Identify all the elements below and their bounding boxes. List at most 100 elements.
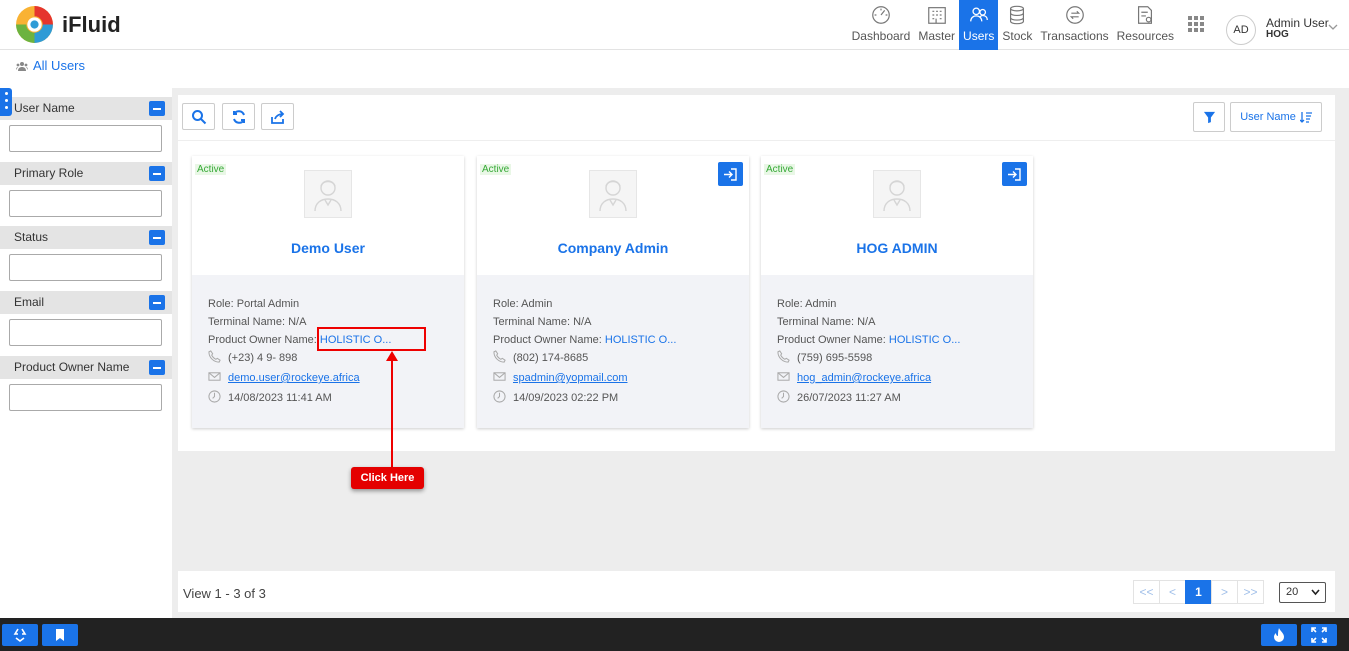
fullscreen-button[interactable] — [1301, 624, 1337, 646]
fire-button[interactable] — [1261, 624, 1297, 646]
chevron-down-icon[interactable] — [1328, 24, 1338, 31]
filter-email-label: Email — [14, 295, 45, 309]
user-email[interactable]: hog_admin@rockeye.africa — [777, 370, 931, 384]
user-phone-value: (802) 174-8685 — [513, 352, 589, 364]
brand-name: iFluid — [62, 12, 121, 37]
users-icon — [969, 7, 988, 22]
filter-status-label: Status — [14, 230, 49, 244]
export-button[interactable] — [261, 103, 294, 130]
nav-master-label: Master — [918, 29, 956, 43]
search-button[interactable] — [182, 103, 215, 130]
user-card-name[interactable]: HOG ADMIN — [761, 240, 1033, 256]
nav-transactions[interactable]: Transactions — [1036, 0, 1112, 50]
user-card-name[interactable]: Demo User — [192, 240, 464, 256]
user-role: Role: Admin — [777, 298, 837, 310]
sign-in-icon — [1008, 167, 1021, 181]
user-email-value[interactable]: spadmin@yopmail.com — [513, 372, 628, 384]
user-phone-value: (+23) 4 9- 898 — [228, 352, 298, 364]
record-count: View 1 - 3 of 3 — [183, 586, 266, 601]
prev-page-button[interactable]: < — [1159, 580, 1186, 604]
users-group-icon — [16, 61, 28, 71]
login-as-user-button[interactable] — [718, 162, 743, 186]
phone-icon — [208, 350, 221, 363]
nav-stock[interactable]: Stock — [998, 0, 1036, 50]
breadcrumb[interactable]: All Users — [16, 58, 85, 73]
sign-in-icon — [724, 167, 737, 181]
user-date-value: 14/08/2023 11:41 AM — [228, 392, 332, 404]
user-card[interactable]: Active Company Admin Role: Admin Termina… — [477, 156, 749, 428]
collapse-minus-icon[interactable] — [149, 166, 165, 181]
nav-dashboard[interactable]: Dashboard — [848, 0, 915, 50]
filter-email-input[interactable] — [9, 319, 162, 346]
user-email-value[interactable]: hog_admin@rockeye.africa — [797, 372, 931, 384]
user-email[interactable]: spadmin@yopmail.com — [493, 370, 628, 384]
envelope-icon — [208, 372, 221, 381]
sort-by-button[interactable]: User Name — [1230, 102, 1322, 132]
user-avatar-placeholder — [873, 170, 921, 218]
user-card[interactable]: Active HOG ADMIN Role: Admin Terminal Na… — [761, 156, 1033, 428]
page-size-value: 20 — [1286, 586, 1299, 598]
nav-users[interactable]: Users — [959, 0, 999, 50]
recycle-icon — [13, 628, 27, 642]
collapse-minus-icon[interactable] — [149, 360, 165, 375]
product-owner-link[interactable]: HOLISTIC O... — [605, 334, 677, 346]
recycle-button[interactable] — [2, 624, 38, 646]
refresh-button[interactable] — [222, 103, 255, 130]
sidebar-toggle-dots-icon[interactable] — [0, 88, 12, 116]
user-date-value: 14/09/2023 02:22 PM — [513, 392, 619, 404]
main-nav: Dashboard Master Users Stock Transaction… — [848, 0, 1178, 50]
bookmark-button[interactable] — [42, 624, 78, 646]
product-owner-prefix: Product Owner Name: — [777, 334, 889, 346]
filter-user-name-label: User Name — [14, 101, 75, 115]
nav-resources[interactable]: Resources — [1113, 0, 1178, 50]
page-size-select[interactable]: 20 — [1279, 582, 1326, 603]
next-page-button[interactable]: > — [1211, 580, 1238, 604]
filter-user-name-input[interactable] — [9, 125, 162, 152]
filter-product-owner-name-input[interactable] — [9, 384, 162, 411]
users-panel: User Name Active Demo User Role: Portal … — [178, 95, 1335, 612]
status-badge: Active — [480, 164, 512, 175]
top-header: iFluid Dashboard Master Users Stock Tran… — [0, 0, 1349, 50]
nav-transactions-label: Transactions — [1040, 29, 1109, 43]
collapse-minus-icon[interactable] — [149, 230, 165, 245]
fire-icon — [1274, 628, 1284, 642]
login-as-user-button[interactable] — [1002, 162, 1027, 186]
status-badge: Active — [764, 164, 796, 175]
ifluid-logo-icon — [16, 6, 53, 43]
last-page-button[interactable]: >> — [1237, 580, 1264, 604]
user-avatar-placeholder — [589, 170, 637, 218]
search-icon — [191, 109, 206, 124]
user-card-name[interactable]: Company Admin — [477, 240, 749, 256]
user-email[interactable]: demo.user@rockeye.africa — [208, 370, 360, 384]
user-avatar[interactable]: AD — [1226, 15, 1256, 45]
filter-status-header: Status — [0, 226, 172, 249]
user-org: HOG — [1266, 29, 1289, 40]
nav-master[interactable]: Master — [914, 0, 959, 50]
filter-button[interactable] — [1193, 102, 1225, 132]
chevron-down-icon — [1311, 589, 1320, 596]
filter-primary-role-input[interactable] — [9, 190, 162, 217]
user-phone: (+23) 4 9- 898 — [208, 350, 297, 364]
user-card[interactable]: Active Demo User Role: Portal Admin Term… — [192, 156, 464, 428]
phone-icon — [777, 350, 790, 363]
annotation-highlight-box — [317, 327, 426, 351]
product-owner-prefix: Product Owner Name: — [208, 334, 320, 346]
breadcrumb-all-users[interactable]: All Users — [33, 58, 85, 73]
user-avatar-placeholder — [304, 170, 352, 218]
collapse-minus-icon[interactable] — [149, 101, 165, 116]
expand-icon — [1311, 627, 1327, 643]
apps-grid-icon[interactable] — [1188, 16, 1204, 32]
user-name[interactable]: Admin User — [1266, 16, 1329, 30]
filter-primary-role: Primary Role — [0, 162, 172, 217]
page-button-current[interactable]: 1 — [1185, 580, 1212, 604]
first-page-button[interactable]: << — [1133, 580, 1160, 604]
toolbar: User Name — [178, 95, 1335, 141]
collapse-minus-icon[interactable] — [149, 295, 165, 310]
funnel-icon — [1203, 111, 1215, 123]
product-owner-link[interactable]: HOLISTIC O... — [889, 334, 961, 346]
user-phone: (759) 695-5598 — [777, 350, 872, 364]
pagination: << < 1 > >> — [1133, 580, 1264, 604]
user-email-value[interactable]: demo.user@rockeye.africa — [228, 372, 360, 384]
filter-status-input[interactable] — [9, 254, 162, 281]
share-export-icon — [270, 109, 284, 124]
